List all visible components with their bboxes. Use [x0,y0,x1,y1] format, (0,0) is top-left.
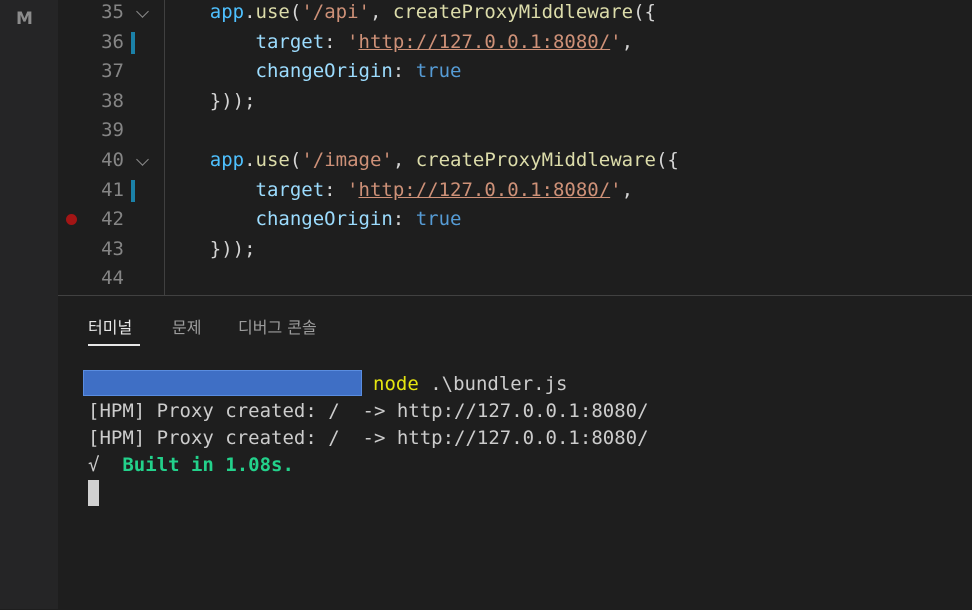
line-number: 36 [101,30,124,53]
tab-problems[interactable]: 문제 [172,314,201,338]
terminal-command-args: .\bundler.js [418,373,568,395]
line-number: 37 [101,60,124,83]
code-text: changeOrigin: true [164,205,462,235]
code-token: ' [610,178,622,201]
code-token: : [392,60,416,83]
terminal-cursor [88,480,99,506]
code-token: ({ [655,149,679,171]
code-line[interactable]: 40 app.use('/image', createProxyMiddlewa… [58,146,972,176]
code-token: : [392,208,416,231]
code-text: })); [164,87,256,117]
line-number: 39 [101,119,124,142]
code-line[interactable]: 37 changeOrigin: true [58,57,972,87]
chevron-down-icon[interactable] [136,5,149,18]
code-token: use [255,1,290,23]
code-text: })); [164,235,256,265]
line-number: 43 [101,237,124,260]
line-number: 42 [101,208,124,231]
code-token: changeOrigin [255,60,393,83]
code-token: , [369,1,393,23]
code-token: target [255,30,325,53]
terminal-build-line: √ Built in 1.08s. [88,452,294,478]
terminal-output-line: [HPM] Proxy created: / -> http://127.0.0… [88,400,649,422]
code-token: createProxyMiddleware [415,149,656,171]
code-token: '/image' [301,149,393,171]
tab-terminal[interactable]: 터미널 [88,314,132,338]
code-token: ' [610,30,622,53]
code-editor[interactable]: 35 app.use('/api', createProxyMiddleware… [58,0,972,295]
code-line[interactable]: 35 app.use('/api', createProxyMiddleware… [58,0,972,28]
code-token: ( [289,1,302,23]
bottom-panel: 터미널 문제 디버그 콘솔 node .\bundler.js [HPM] Pr… [58,295,972,610]
line-number: 44 [101,267,124,290]
check-icon: √ [88,454,100,476]
code-token: : [324,178,348,201]
modified-line-marker [131,31,135,54]
scm-modified-badge: M [16,9,33,29]
code-token: changeOrigin [255,208,393,231]
code-token: '/api' [301,1,370,23]
code-token: ' [347,30,359,53]
code-text: app.use('/api', createProxyMiddleware({ [164,0,656,28]
active-tab-indicator [88,344,140,346]
code-text: target: 'http://127.0.0.1:8080/', [164,176,634,206]
code-token: , [621,30,634,53]
code-line[interactable]: 43 })); [58,235,972,265]
activity-bar: M [0,0,58,609]
build-status: Built in 1.08s. [122,454,294,476]
line-number: 35 [101,1,124,23]
code-line[interactable]: 44 [58,264,972,294]
code-line[interactable]: 38 })); [58,87,972,117]
code-text: changeOrigin: true [164,57,462,87]
terminal-command-line: node .\bundler.js [373,371,567,397]
terminal-output-line: [HPM] Proxy created: / -> http://127.0.0… [88,427,649,449]
terminal-prompt-redacted [83,370,362,396]
code-line[interactable]: 39 [58,116,972,146]
code-token: ( [289,149,302,171]
code-token: true [415,208,462,231]
code-token: app [209,1,245,23]
code-token: true [415,60,462,83]
code-token: app [209,149,245,171]
code-token: http://127.0.0.1:8080/ [358,178,611,201]
chevron-down-icon[interactable] [136,153,149,166]
code-token: ' [347,178,359,201]
code-token: })); [164,237,256,260]
code-token: , [392,149,416,171]
tab-debug-console[interactable]: 디버그 콘솔 [238,314,317,338]
line-number: 41 [101,178,124,201]
code-token: . [244,1,256,23]
code-token: . [244,149,256,171]
modified-line-marker [131,179,135,202]
code-token: use [255,149,290,171]
code-line[interactable]: 41 target: 'http://127.0.0.1:8080/', [58,176,972,206]
code-line[interactable]: 36 target: 'http://127.0.0.1:8080/', [58,28,972,58]
code-token: , [621,178,634,201]
line-number: 40 [101,149,124,171]
terminal-command: node [373,373,419,395]
code-token: })); [164,89,256,112]
line-number: 38 [101,89,124,112]
code-token: createProxyMiddleware [392,1,634,23]
code-text: app.use('/image', createProxyMiddleware(… [164,146,679,176]
code-token: ({ [633,1,656,23]
code-line[interactable]: 42 changeOrigin: true [58,205,972,235]
code-token: target [255,178,325,201]
code-token: : [324,30,348,53]
code-token: http://127.0.0.1:8080/ [358,30,611,53]
code-text: target: 'http://127.0.0.1:8080/', [164,28,634,58]
